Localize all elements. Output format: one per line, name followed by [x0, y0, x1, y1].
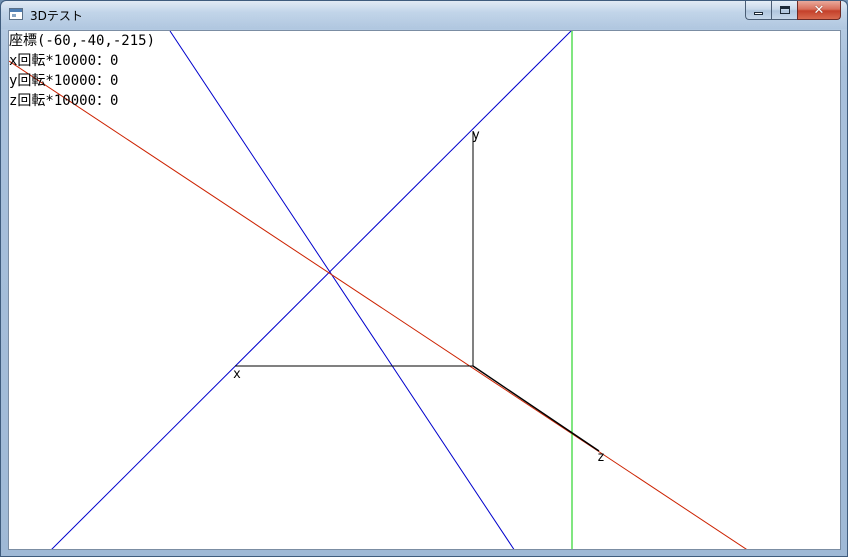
minimize-icon	[754, 11, 763, 15]
maximize-icon	[779, 6, 790, 14]
close-icon: ✕	[813, 2, 825, 18]
red-line	[9, 60, 747, 549]
y-axis-label: y	[472, 128, 480, 143]
render-canvas[interactable]: x y z 座標(-60,-40,-215) x回転*10000：0 y回転*1…	[8, 30, 841, 550]
caption-buttons: ✕	[745, 1, 841, 20]
blue-line-steep	[169, 31, 515, 549]
z-axis-line	[472, 365, 600, 452]
maximize-button[interactable]	[771, 1, 797, 20]
title-bar[interactable]: 3Dテスト ✕	[1, 1, 847, 29]
app-window-icon[interactable]	[9, 8, 23, 20]
app-window: 3Dテスト ✕ x y z 座標(-60,-40,-215) x回転*10000…	[0, 0, 848, 557]
z-axis-label: z	[597, 450, 605, 465]
hud-overlay: 座標(-60,-40,-215) x回転*10000：0 y回転*10000：0…	[9, 31, 155, 111]
y-rotation-readout: y回転*10000：0	[9, 73, 119, 89]
z-rotation-readout: z回転*10000：0	[9, 93, 119, 109]
minimize-button[interactable]	[745, 1, 771, 20]
x-rotation-readout: x回転*10000：0	[9, 53, 119, 69]
window-title: 3Dテスト	[30, 9, 83, 23]
coordinates-readout: 座標(-60,-40,-215)	[9, 33, 156, 49]
x-axis-label: x	[233, 367, 241, 382]
close-button[interactable]: ✕	[797, 1, 841, 20]
